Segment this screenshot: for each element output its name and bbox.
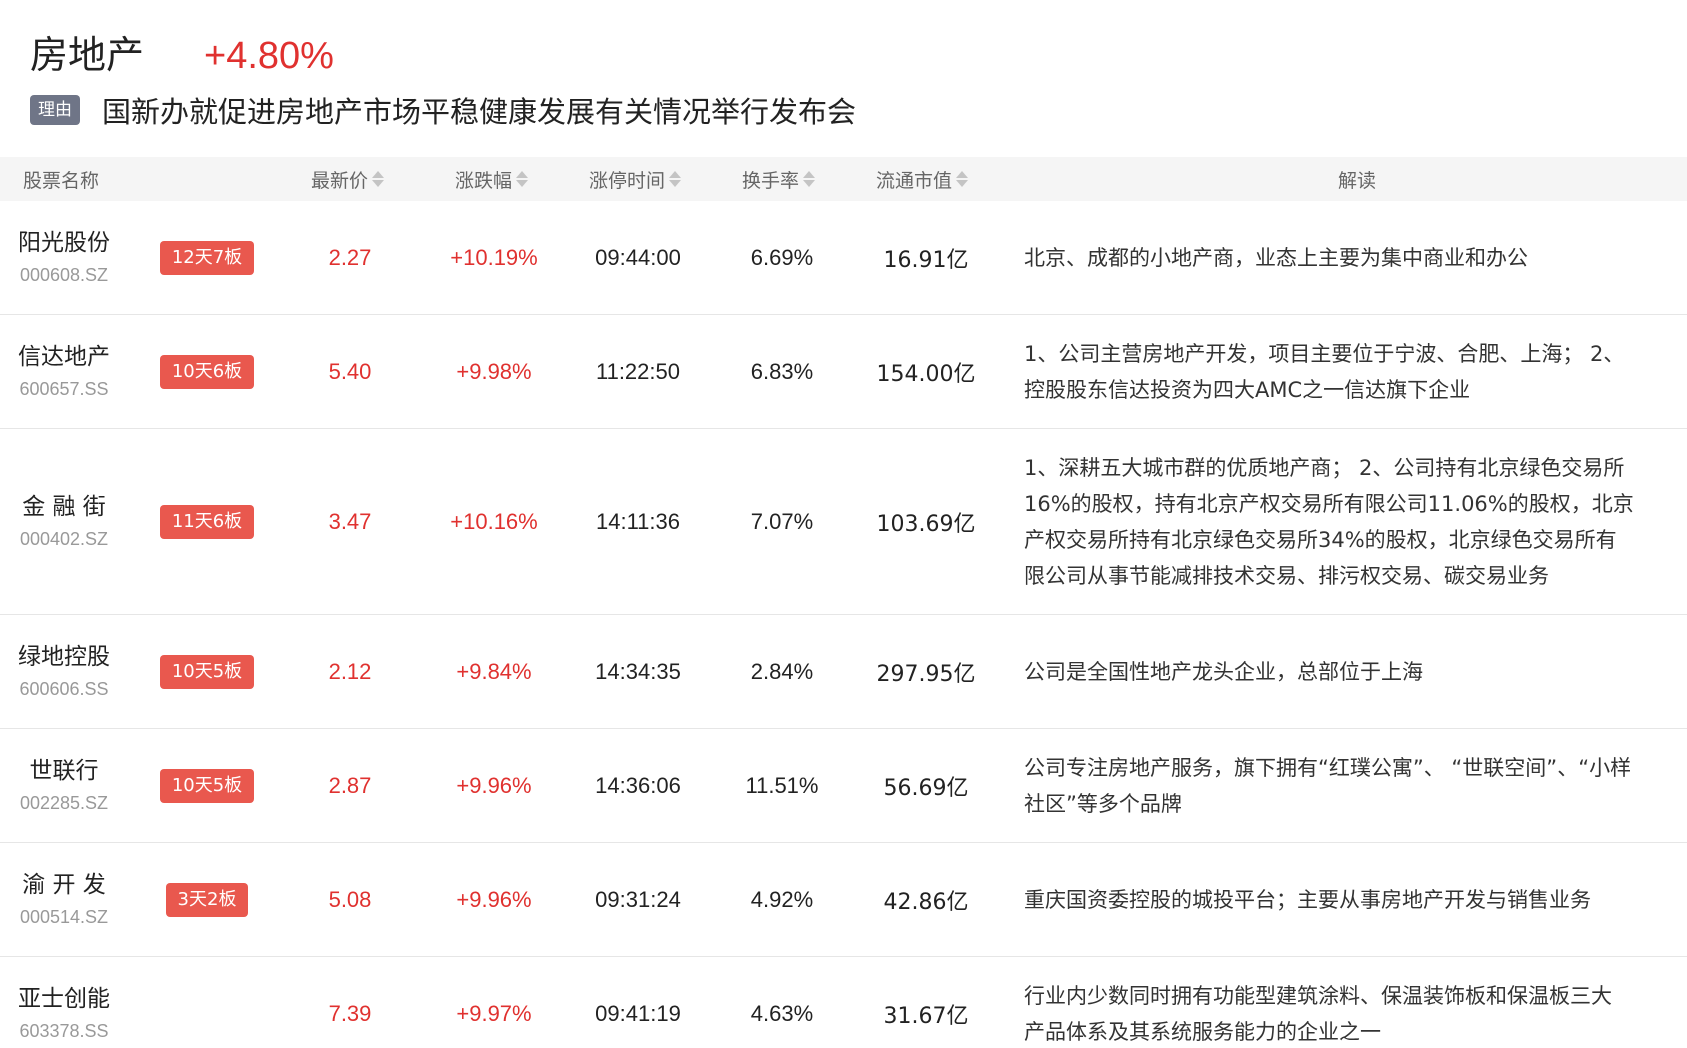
table-header: 股票名称 最新价 涨跌幅 涨停时间 换手率 流通市值 解读 xyxy=(0,157,1687,201)
stock-name[interactable]: 亚士创能 xyxy=(18,984,110,1014)
stock-cell[interactable]: 绿地控股 600606.SS xyxy=(0,615,128,728)
limit-up-time: 14:36:06 xyxy=(595,772,681,798)
column-header-turnover[interactable]: 换手率 xyxy=(742,157,816,201)
market-cap: 16.91亿 xyxy=(883,247,969,273)
table-row[interactable]: 阳光股份 000608.SZ 12天7板 2.27 +10.19% 09:44:00 6.6… xyxy=(0,201,1687,315)
column-header-market-cap[interactable]: 流通市值 xyxy=(876,157,969,201)
limit-up-badge: 10天6板 xyxy=(159,354,255,389)
sector-name: 房地产 xyxy=(30,33,145,77)
limit-up-time: 09:31:24 xyxy=(595,886,681,912)
stock-code: 000514.SZ xyxy=(19,906,109,927)
stock-code: 000402.SZ xyxy=(19,528,109,549)
stock-note: 公司是全国性地产龙头企业，总部位于上海 xyxy=(1024,659,1423,684)
stock-name[interactable]: 信达地产 xyxy=(18,342,110,372)
column-header-change[interactable]: 涨跌幅 xyxy=(455,157,529,201)
latest-price: 2.87 xyxy=(328,772,372,798)
stock-code: 002285.SZ xyxy=(19,792,109,813)
stock-note: 1、深耕五大城市群的优质地产商； 2、公司持有北京绿色交易所 16%的股权，持有… xyxy=(1024,455,1634,588)
sort-icon[interactable] xyxy=(956,171,969,187)
reason-text: 国新办就促进房地产市场平稳健康发展有关情况举行发布会 xyxy=(102,95,857,129)
stock-note: 重庆国资委控股的城投平台；主要从事房地产开发与销售业务 xyxy=(1024,887,1591,912)
table-row[interactable]: 亚士创能 603378.SS 7.39 +9.97% 09:41:19 4.63% 31.6… xyxy=(0,957,1687,1048)
stock-name[interactable]: 世联行 xyxy=(30,756,99,786)
turnover-rate: 6.69% xyxy=(750,244,814,270)
stock-name[interactable]: 阳光股份 xyxy=(18,228,110,258)
turnover-rate: 11.51% xyxy=(745,772,819,798)
turnover-rate: 4.63% xyxy=(750,1000,814,1026)
stock-name[interactable]: 渝 开 发 xyxy=(22,870,106,900)
table-row[interactable]: 渝 开 发 000514.SZ 3天2板 5.08 +9.96% 09:31:24 4.92… xyxy=(0,843,1687,957)
table-row[interactable]: 信达地产 600657.SS 10天6板 5.40 +9.98% 11:22:50 6.83… xyxy=(0,315,1687,429)
market-cap: 56.69亿 xyxy=(883,775,969,801)
sort-icon[interactable] xyxy=(372,171,385,187)
column-header-note: 解读 xyxy=(1338,169,1377,192)
table-body: 阳光股份 000608.SZ 12天7板 2.27 +10.19% 09:44:00 6.6… xyxy=(0,201,1687,1048)
turnover-rate: 2.84% xyxy=(750,658,814,684)
limit-up-badge: 11天6板 xyxy=(159,504,255,539)
stock-cell[interactable]: 亚士创能 603378.SS xyxy=(0,957,128,1048)
stock-code: 600657.SS xyxy=(19,378,109,399)
latest-price: 5.08 xyxy=(328,886,372,912)
latest-price: 5.40 xyxy=(328,358,372,384)
market-cap: 297.95亿 xyxy=(876,661,976,687)
turnover-rate: 7.07% xyxy=(750,508,814,534)
turnover-rate: 6.83% xyxy=(750,358,814,384)
limit-up-time: 14:34:35 xyxy=(595,658,681,684)
latest-price: 2.12 xyxy=(328,658,372,684)
latest-price: 7.39 xyxy=(328,1000,372,1026)
limit-up-time: 14:11:36 xyxy=(595,508,680,534)
table-row[interactable]: 金 融 街 000402.SZ 11天6板 3.47 +10.16% 14:11:36 7.… xyxy=(0,429,1687,615)
stock-note: 北京、成都的小地产商，业态上主要为集中商业和办公 xyxy=(1024,245,1528,270)
change-percent: +10.19% xyxy=(450,244,538,270)
sort-icon[interactable] xyxy=(516,171,529,187)
column-header-name: 股票名称 xyxy=(23,169,100,192)
change-percent: +9.97% xyxy=(456,1000,532,1026)
stock-code: 600606.SS xyxy=(19,678,109,699)
reason-row: 理由 国新办就促进房地产市场平稳健康发展有关情况举行发布会 xyxy=(30,90,856,130)
sector-change: +4.80% xyxy=(204,35,334,77)
sort-icon[interactable] xyxy=(803,171,816,187)
market-cap: 42.86亿 xyxy=(883,889,969,915)
stock-name[interactable]: 绿地控股 xyxy=(18,642,110,672)
table-row[interactable]: 世联行 002285.SZ 10天5板 2.87 +9.96% 14:36:06 11.51… xyxy=(0,729,1687,843)
turnover-rate: 4.92% xyxy=(750,886,814,912)
sort-icon[interactable] xyxy=(669,171,682,187)
limit-up-time: 09:41:19 xyxy=(595,1000,681,1026)
stock-cell[interactable]: 信达地产 600657.SS xyxy=(0,315,128,428)
market-cap: 103.69亿 xyxy=(876,511,976,537)
stock-cell[interactable]: 世联行 002285.SZ xyxy=(0,729,128,842)
column-header-limit-time[interactable]: 涨停时间 xyxy=(589,157,682,201)
stock-code: 603378.SS xyxy=(19,1020,109,1041)
market-cap: 31.67亿 xyxy=(883,1003,969,1029)
change-percent: +9.84% xyxy=(456,658,532,684)
stock-name[interactable]: 金 融 街 xyxy=(22,492,106,522)
change-percent: +9.96% xyxy=(456,772,532,798)
limit-up-badge: 12天7板 xyxy=(159,240,255,275)
limit-up-time: 11:22:50 xyxy=(595,358,680,384)
stock-note: 公司专注房地产服务，旗下拥有“红璞公寓”、 “世联空间”、“小样 社区”等多个品… xyxy=(1024,755,1632,816)
stock-cell[interactable]: 金 融 街 000402.SZ xyxy=(0,429,128,614)
stock-code: 000608.SZ xyxy=(19,264,109,285)
latest-price: 2.27 xyxy=(328,244,372,270)
limit-up-badge: 3天2板 xyxy=(165,882,249,917)
change-percent: +9.98% xyxy=(456,358,532,384)
market-cap: 154.00亿 xyxy=(876,361,976,387)
stock-cell[interactable]: 阳光股份 000608.SZ xyxy=(0,201,128,314)
change-percent: +10.16% xyxy=(450,508,538,534)
change-percent: +9.96% xyxy=(456,886,532,912)
limit-up-time: 09:44:00 xyxy=(595,244,681,270)
latest-price: 3.47 xyxy=(328,508,372,534)
reason-tag: 理由 xyxy=(30,95,80,125)
stock-note: 行业内少数同时拥有功能型建筑涂料、保温装饰板和保温板三大 产品体系及其系统服务能… xyxy=(1024,983,1612,1044)
limit-up-badge: 10天5板 xyxy=(159,768,255,803)
stock-cell[interactable]: 渝 开 发 000514.SZ xyxy=(0,843,128,956)
column-header-price[interactable]: 最新价 xyxy=(311,157,385,201)
stock-note: 1、公司主营房地产开发，项目主要位于宁波、合肥、上海； 2、 控股股东信达投资为… xyxy=(1024,341,1625,402)
table-row[interactable]: 绿地控股 600606.SS 10天5板 2.12 +9.84% 14:34:35 2.84… xyxy=(0,615,1687,729)
limit-up-badge: 10天5板 xyxy=(159,654,255,689)
sector-header: 房地产 +4.80% xyxy=(30,24,334,77)
stock-table: 股票名称 最新价 涨跌幅 涨停时间 换手率 流通市值 解读 阳光股份 000608… xyxy=(0,157,1687,1048)
